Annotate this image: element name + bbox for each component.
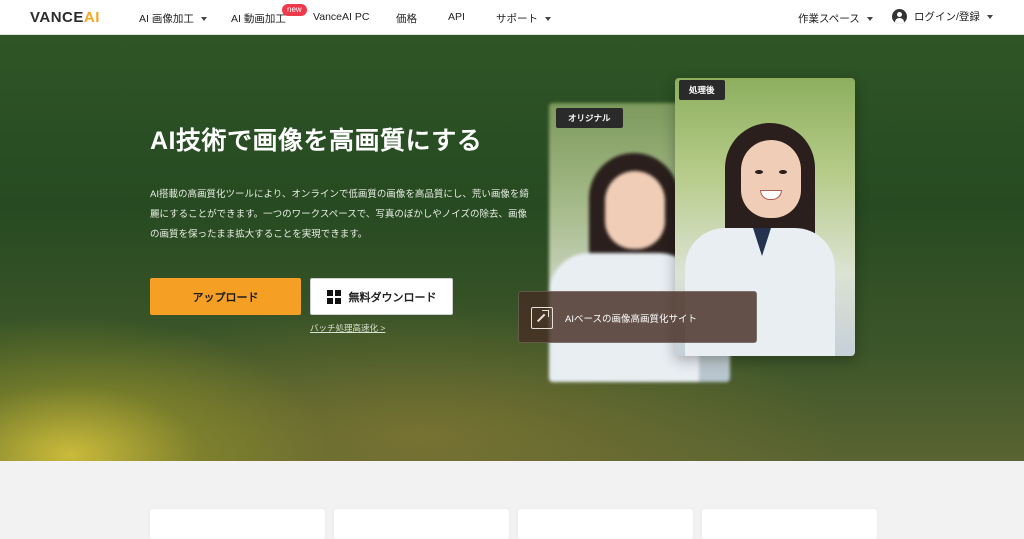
nav-ai-image-editing[interactable]: AI 画像加工 (139, 11, 207, 26)
free-download-label: 無料ダウンロード (348, 291, 437, 304)
feature-card[interactable] (150, 509, 325, 539)
nav-item-label: API (448, 11, 465, 23)
feature-card[interactable] (334, 509, 509, 539)
hero-section: AI技術で画像を高画質にする AI搭載の高画質化ツールにより、オンラインで低画質… (0, 35, 1024, 461)
chevron-down-icon (200, 16, 207, 21)
nav-login-register[interactable]: ログイン/登録 (892, 9, 993, 24)
batch-processing-link[interactable]: バッチ処理高速化 > (310, 322, 385, 334)
free-download-button[interactable]: 無料ダウンロード (310, 278, 453, 315)
nav-item-label: 価格 (396, 13, 417, 25)
login-label: ログイン/登録 (914, 11, 980, 23)
nav-item-label: VanceAI PC (313, 11, 370, 23)
chevron-down-icon (866, 16, 873, 21)
logo-text: VANCE (30, 9, 84, 26)
expand-icon (531, 307, 553, 329)
nav-vanceai-pc[interactable]: VanceAI PC (313, 11, 369, 23)
nav-item-label: AI 画像加工 (139, 13, 194, 25)
nav-support[interactable]: サポート (496, 11, 551, 26)
nav-item-label: AI 動画加工 (231, 13, 286, 25)
original-label: オリジナル (556, 108, 623, 128)
processed-photo-face (741, 140, 801, 218)
overlay-text: AIベースの画像高画質化サイト (565, 314, 698, 325)
feature-overlay-panel: AIベースの画像高画質化サイト (518, 291, 757, 343)
workspace-label: 作業スペース (798, 13, 860, 25)
new-badge: new (282, 4, 307, 16)
photo-eye (755, 170, 763, 174)
nav-item-label: サポート (496, 13, 538, 25)
feature-card[interactable] (518, 509, 693, 539)
nav-pricing[interactable]: 価格 (396, 11, 417, 26)
photo-smile (760, 190, 782, 200)
nav-ai-video-editing[interactable]: AI 動画加工 (231, 11, 286, 26)
nav-workspace[interactable]: 作業スペース (798, 11, 873, 26)
chevron-down-icon (545, 16, 551, 21)
original-photo-face (605, 171, 665, 249)
logo-ai-text: AI (83, 9, 100, 26)
feature-card[interactable] (702, 509, 877, 539)
hero-description: AI搭載の高画質化ツールにより、オンラインで低画質の画像を高品質にし、荒い画像を… (150, 189, 529, 240)
top-navbar: VANCEAI AI 画像加工 AI 動画加工 new VanceAI PC 価… (0, 0, 1024, 35)
user-icon (892, 9, 907, 24)
vanceai-logo[interactable]: VANCEAI (30, 9, 100, 26)
processed-label: 処理後 (679, 80, 725, 100)
windows-icon (326, 289, 341, 304)
hero-title: AI技術で画像を高画質にする (150, 127, 483, 155)
photo-eye (779, 170, 787, 174)
chevron-down-icon (986, 14, 993, 19)
upload-button[interactable]: アップロード (150, 278, 301, 315)
nav-api[interactable]: API (448, 11, 465, 23)
